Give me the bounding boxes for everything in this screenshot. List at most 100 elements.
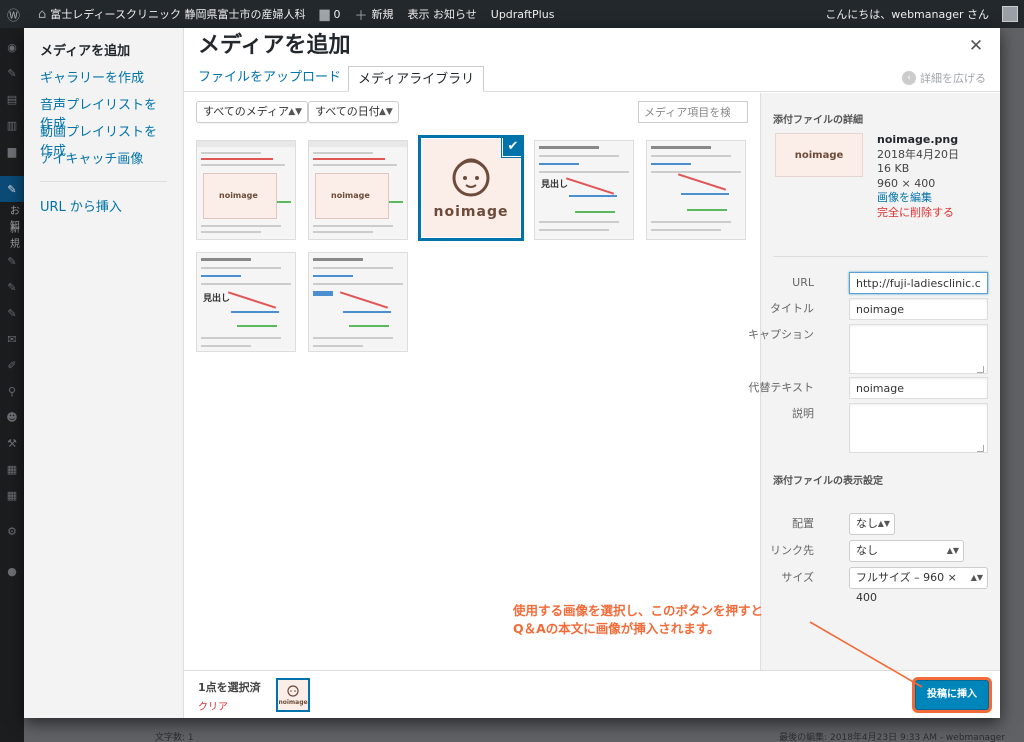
comments-link[interactable]: ▆ 0 [312,0,347,28]
expand-details-link[interactable]: ‹ 詳細を広げる [902,64,986,92]
menu-insert-media[interactable]: メディアを追加 [24,38,183,65]
plus-icon: ＋ [354,8,368,24]
wp-logo[interactable]: Ⓦ [0,0,31,28]
pin-icon: ✎ [7,254,17,268]
grid-icon: ▦ [6,488,18,502]
notice-link[interactable]: 表示 お知らせ [400,0,483,28]
caption-field[interactable] [849,324,988,374]
site-name-link[interactable]: ⌂ 富士レディースクリニック 静岡県富士市の産婦人科 [31,0,312,28]
link-select[interactable]: なし ▲▼ [849,540,964,562]
selected-thumb-label: noimage [433,204,509,220]
details-size: 16 KB [877,162,910,175]
details-thumbnail: noimage [775,133,863,177]
details-info: noimage.png 2018年4月20日 16 KB 960 × 400 画… [877,133,959,220]
chevron-down-icon: ▲▼ [378,107,393,117]
modal-title: メディアを追加 [198,33,351,58]
alt-label: 代替テキスト [748,381,814,394]
checkmark-icon[interactable]: ✔ [502,138,521,157]
menu-separator [40,181,167,182]
pin-icon: ✎ [7,66,17,80]
align-label: 配置 [792,517,814,530]
delete-permanently-link[interactable]: 完全に削除する [877,206,959,221]
link-row: リンク先 なし ▲▼ [761,540,988,564]
align-row: 配置 なし ▲▼ [761,513,988,537]
menu-featured-image[interactable]: アイキャッチ画像 [24,146,183,173]
menu-label-partial-1: お知 [10,206,20,232]
pages-icon: ▥ [6,118,18,132]
url-field[interactable] [849,272,988,294]
url-label: URL [792,276,814,289]
size-select[interactable]: フルサイズ – 960 × 400 ▲▼ [849,567,988,604]
menu-create-audio-playlist[interactable]: 音声プレイリストを作成 [24,92,183,132]
align-select[interactable]: なし ▲▼ [849,513,895,535]
chevron-down-icon: ▲▼ [877,519,890,528]
selection-count: 1点を選択済 [198,681,261,694]
details-dimensions: 960 × 400 [877,176,936,190]
tools-icon: ⚒ [7,436,17,450]
mail-icon: ✉ [7,332,17,346]
attachment-thumbnail[interactable]: 見出し [196,252,296,352]
dashboard-icon: ◉ [7,40,17,54]
media-icon: ▤ [6,92,18,106]
updraftplus-link[interactable]: UpdraftPlus [484,0,562,28]
attachments-browser: すべてのメディア▲▼ すべての日付▲▼ noimage noimage [184,93,760,670]
display-settings-heading: 添付ファイルの表示設定 [773,476,883,487]
alt-text-field[interactable] [849,377,988,399]
annotation-line-2: Q＆Aの本文に画像が挿入されます。 [513,621,720,636]
attachment-thumbnail[interactable]: noimage [308,140,408,240]
description-field[interactable] [849,403,988,453]
attachment-details: 添付ファイルの詳細 noimage noimage.png 2018年4月20日… [748,93,1000,670]
size-row: サイズ フルサイズ – 960 × 400 ▲▼ [761,567,988,604]
insert-into-post-button[interactable]: 投稿に挿入 [915,680,989,710]
resize-grip-icon[interactable] [977,445,984,452]
tab-upload-files[interactable]: ファイルをアップロード [191,65,348,91]
comment-icon: ▆ [319,6,330,22]
url-row: URL [761,272,988,296]
chevron-down-icon: ▲▼ [970,573,983,582]
circle-icon: ● [7,564,17,578]
edit-image-link[interactable]: 画像を編集 [877,191,959,206]
chevron-down-icon: ▲▼ [946,546,959,555]
appearance-icon: ✐ [7,358,17,372]
details-filename: noimage.png [877,133,959,146]
clear-selection-link[interactable]: クリア [198,698,228,713]
details-separator [773,256,988,257]
admin-sidebar: ◉ ✎ ▤ ▥ ▆ ✎ お知 新規 ✎ ✎ ✎ ✉ ✐ ⚲ ☻ ⚒ ▦ ▦ ⚙ … [0,28,24,742]
attachment-selected[interactable]: noimage ✔ [418,135,524,241]
admin-bar: Ⓦ ⌂ 富士レディースクリニック 静岡県富士市の産婦人科 ▆ 0 ＋新規 表示 お知… [0,0,1024,28]
menu-label-partial-2: 新規 [10,224,20,250]
home-icon: ⌂ [38,6,47,22]
attachment-thumbnail[interactable] [646,140,746,240]
attachment-thumbnail[interactable]: noimage [196,140,296,240]
posts-icon: ✎ [0,176,24,202]
date-filter[interactable]: すべての日付 ▲▼ [308,101,399,123]
menu-insert-from-url[interactable]: URL から挿入 [24,194,183,221]
details-date: 2018年4月20日 [877,147,959,161]
title-field[interactable] [849,298,988,320]
media-modal: メディアを追加 ギャラリーを作成 音声プレイリストを作成 動画プレイリストを作成… [24,28,1000,718]
attachment-thumbnail[interactable]: 見出し [534,140,634,240]
menu-create-video-playlist[interactable]: 動画プレイリストを作成 [24,119,183,159]
menu-create-gallery[interactable]: ギャラリーを作成 [24,65,183,92]
modal-tabs: ファイルをアップロード メディアライブラリ ‹ 詳細を広げる [184,64,1000,92]
size-label: サイズ [781,571,814,584]
description-row: 説明 [761,403,988,455]
settings-icon: ▦ [6,462,18,476]
title-row: タイトル [761,298,988,322]
media-search-input[interactable] [638,101,748,123]
avatar[interactable] [1002,6,1018,22]
description-label: 説明 [792,407,814,420]
attachment-thumbnail[interactable] [308,252,408,352]
wordpress-icon: Ⓦ [7,8,21,24]
gear-icon: ⚙ [7,524,17,538]
tab-media-library[interactable]: メディアライブラリ [348,66,485,92]
close-icon[interactable]: ✕ [966,36,986,56]
pin-icon: ✎ [7,280,17,294]
new-content-link[interactable]: ＋新規 [347,0,400,28]
selection-thumbnail[interactable]: noimage [276,678,310,712]
resize-grip-icon[interactable] [977,366,984,373]
annotation-text: 使用する画像を選択し、このボタンを押すと Q＆Aの本文に画像が挿入されます。 [513,602,763,638]
account-link[interactable]: こんにちは、webmanager さん [818,0,996,28]
pin-icon: ✎ [7,306,17,320]
media-type-filter[interactable]: すべてのメディア ▲▼ [196,101,309,123]
